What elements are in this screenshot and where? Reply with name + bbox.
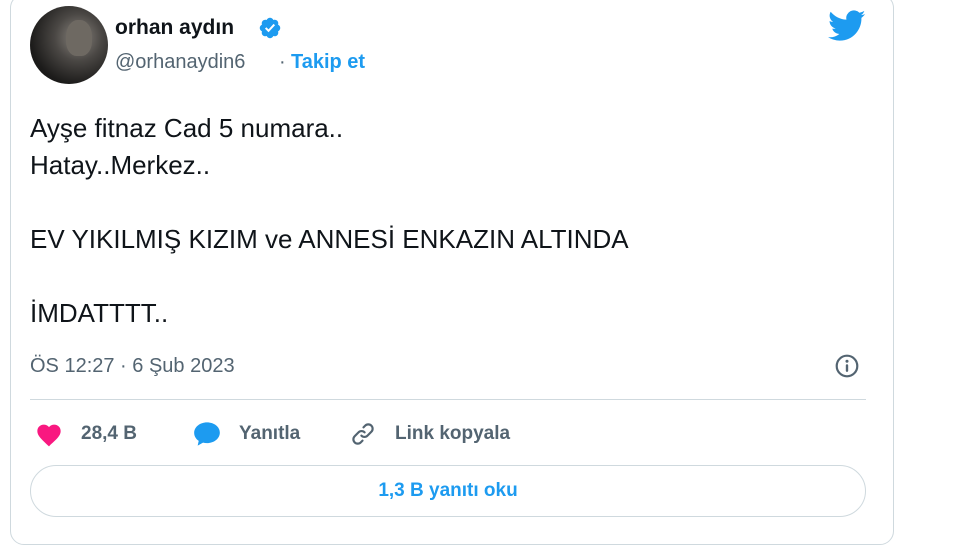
- speech-bubble-icon: [194, 422, 220, 446]
- reply-label: Yanıtla: [239, 423, 301, 444]
- link-icon: [352, 423, 374, 445]
- tweet-line: Ayşe fitnaz Cad 5 numara..: [30, 113, 344, 143]
- tweet-line: İMDATTTT..: [30, 298, 169, 328]
- author-display-name[interactable]: orhan aydın: [115, 16, 234, 40]
- like-button[interactable]: 28,4 B: [35, 420, 137, 448]
- follow-link[interactable]: Takip et: [291, 51, 365, 74]
- like-count: 28,4 B: [81, 423, 137, 444]
- tweet-timestamp[interactable]: ÖS 12:27 · 6 Şub 2023: [30, 355, 235, 378]
- copy-link-label: Link kopyala: [395, 423, 511, 444]
- reply-button[interactable]: Yanıtla: [193, 420, 300, 448]
- copy-link-button[interactable]: Link kopyala: [349, 420, 510, 448]
- verified-badge-icon: [259, 17, 281, 39]
- tweet-line: Hatay..Merkez..: [30, 150, 211, 180]
- author-handle[interactable]: @orhanaydin6: [115, 51, 245, 74]
- tweet-line: [30, 184, 629, 221]
- tweet-text: Ayşe fitnaz Cad 5 numara.. Hatay..Merkez…: [30, 110, 629, 332]
- tweet-line: [30, 258, 629, 295]
- divider: [30, 399, 866, 400]
- twitter-bird-icon[interactable]: [828, 10, 866, 42]
- heart-icon: [37, 424, 61, 447]
- info-icon[interactable]: [834, 353, 860, 379]
- tweet-line: EV YIKILMIŞ KIZIM ve ANNESİ ENKAZIN ALTI…: [30, 224, 629, 254]
- avatar[interactable]: [30, 6, 108, 84]
- read-replies-button[interactable]: 1,3 B yanıtı oku: [30, 465, 866, 517]
- handle-separator: ·: [279, 51, 286, 73]
- avatar-face: [66, 20, 92, 56]
